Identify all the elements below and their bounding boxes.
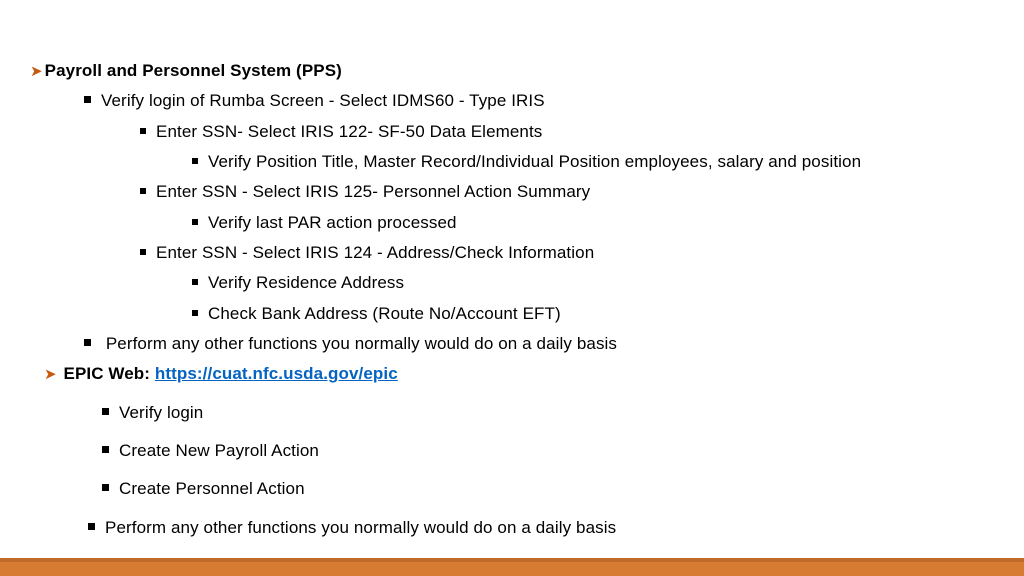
square-bullet-icon (102, 446, 109, 453)
section1-title-line: ➤Payroll and Personnel System (PPS) (30, 58, 994, 84)
epic-web-label: EPIC Web: (64, 364, 155, 383)
text: Enter SSN - Select IRIS 125- Personnel A… (156, 182, 590, 201)
bullet-epic: Create New Payroll Action (102, 438, 994, 464)
square-bullet-icon (102, 408, 109, 415)
slide: ➤Payroll and Personnel System (PPS) Veri… (0, 0, 1024, 576)
square-bullet-icon (140, 128, 146, 134)
text: Verify Position Title, Master Record/Ind… (208, 152, 861, 171)
text: Check Bank Address (Route No/Account EFT… (208, 304, 561, 323)
square-bullet-icon (88, 523, 95, 530)
text: Create Personnel Action (119, 479, 305, 498)
footer-bar (0, 558, 1024, 576)
square-bullet-icon (192, 310, 198, 316)
bullet-epic: Perform any other functions you normally… (88, 515, 994, 541)
square-bullet-icon (84, 96, 91, 103)
bullet-level3: Verify last PAR action processed (192, 210, 994, 236)
bullet-level1: Perform any other functions you normally… (84, 331, 994, 357)
square-bullet-icon (192, 158, 198, 164)
square-bullet-icon (102, 484, 109, 491)
bullet-epic: Verify login (102, 400, 994, 426)
square-bullet-icon (140, 188, 146, 194)
text: Perform any other functions you normally… (101, 334, 617, 353)
square-bullet-icon (84, 339, 91, 346)
bullet-epic: Create Personnel Action (102, 476, 994, 502)
epic-web-link[interactable]: https://cuat.nfc.usda.gov/epic (155, 364, 398, 383)
arrow-icon: ➤ (30, 63, 43, 80)
square-bullet-icon (140, 249, 146, 255)
text: Create New Payroll Action (119, 441, 319, 460)
bullet-level2: Enter SSN- Select IRIS 122- SF-50 Data E… (140, 119, 994, 145)
text: Enter SSN- Select IRIS 122- SF-50 Data E… (156, 122, 542, 141)
text: Verify Residence Address (208, 273, 404, 292)
bullet-level3: Verify Residence Address (192, 270, 994, 296)
bullet-level3: Verify Position Title, Master Record/Ind… (192, 149, 994, 175)
bullet-level2: Enter SSN - Select IRIS 124 - Address/Ch… (140, 240, 994, 266)
square-bullet-icon (192, 219, 198, 225)
section2-title-line: ➤ EPIC Web: https://cuat.nfc.usda.gov/ep… (44, 361, 994, 387)
square-bullet-icon (192, 279, 198, 285)
text: Verify last PAR action processed (208, 213, 457, 232)
text: Enter SSN - Select IRIS 124 - Address/Ch… (156, 243, 594, 262)
section1-title: Payroll and Personnel System (PPS) (45, 61, 342, 80)
text: Verify login (119, 403, 203, 422)
bullet-level2: Enter SSN - Select IRIS 125- Personnel A… (140, 179, 994, 205)
arrow-icon: ➤ (44, 366, 57, 383)
bullet-level3: Check Bank Address (Route No/Account EFT… (192, 301, 994, 327)
text: Perform any other functions you normally… (105, 518, 616, 537)
text: Verify login of Rumba Screen - Select ID… (101, 91, 545, 110)
bullet-level1: Verify login of Rumba Screen - Select ID… (84, 88, 994, 114)
footer-band-bottom (0, 562, 1024, 576)
